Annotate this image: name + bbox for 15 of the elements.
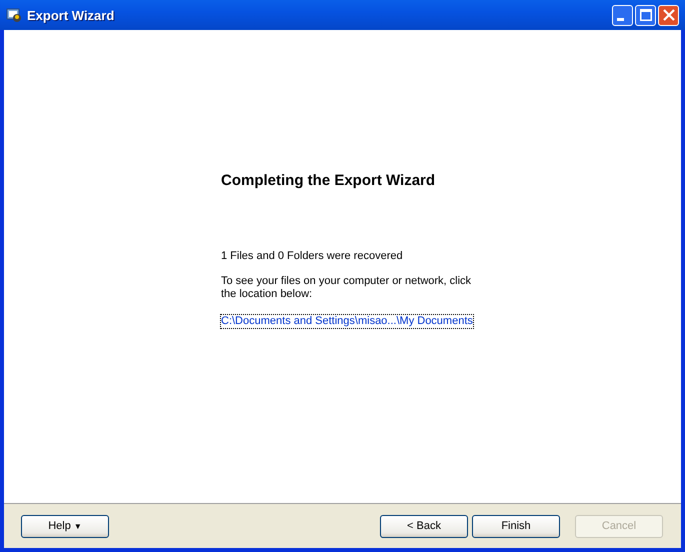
summary-text: 1 Files and 0 Folders were recovered	[221, 250, 404, 263]
app-icon	[6, 7, 22, 23]
instruction-text: To see your files on your computer or network, click the location below:	[221, 275, 472, 301]
location-link[interactable]: C:\Documents and Settings\misao...\My Documents	[221, 315, 473, 328]
wizard-button[interactable]: Finish	[472, 514, 560, 538]
close-icon	[662, 9, 674, 21]
maximize-icon	[640, 9, 652, 21]
minimize-icon	[617, 18, 624, 20]
maximize-button[interactable]	[635, 4, 656, 26]
minimize-button[interactable]	[612, 4, 633, 26]
help-button[interactable]: Help ▼	[21, 514, 109, 538]
wizard-button[interactable]: < Back	[380, 514, 468, 538]
wizard-heading: Completing the Export Wizard	[221, 172, 436, 189]
close-button[interactable]	[658, 4, 679, 26]
window-title: Export Wizard	[27, 8, 116, 22]
